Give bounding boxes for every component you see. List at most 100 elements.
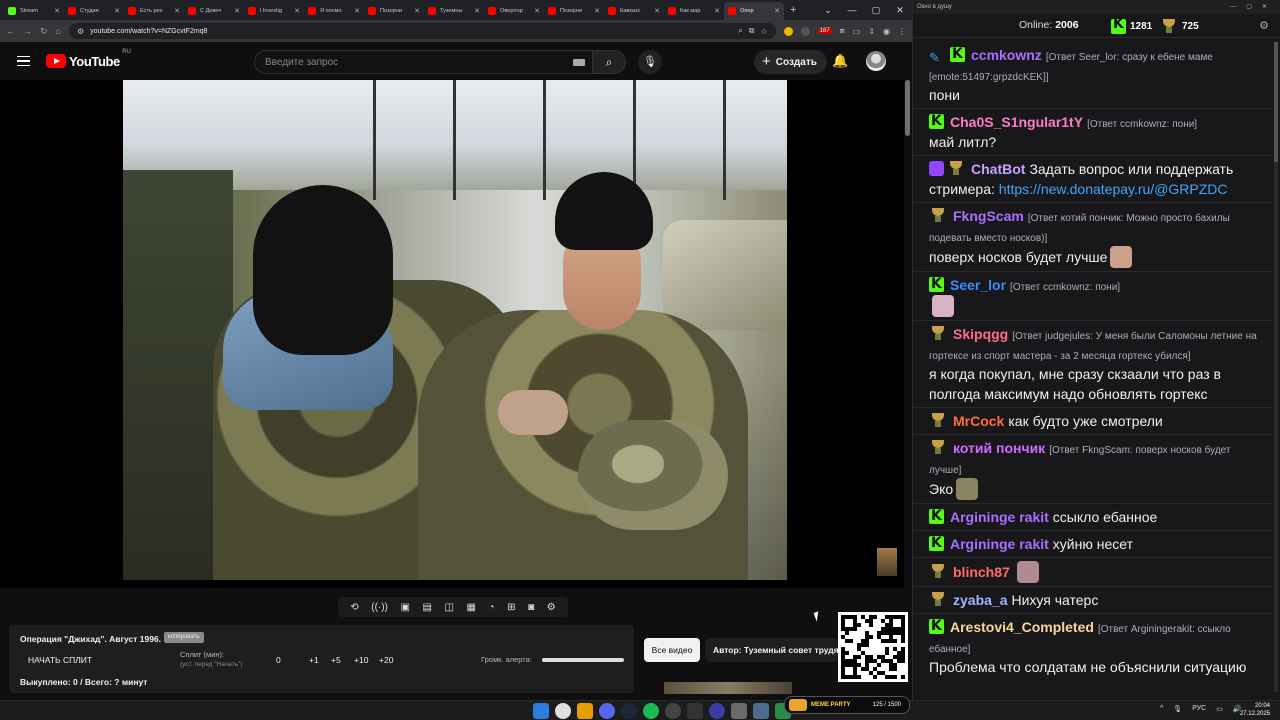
forward-icon[interactable]: → [23,26,32,36]
chat-link[interactable]: https://new.donatepay.ru/@GRPZDC [999,181,1228,197]
language-indicator[interactable]: РУС [1192,705,1206,713]
chat-username[interactable]: Arestovi4_Completed [950,619,1094,635]
meme-party-widget[interactable]: MEME PARTY 125 / 1500 [784,696,910,714]
browser-tab[interactable]: С Девоч ✕ [184,2,244,20]
cast-icon[interactable]: ⧉ [749,26,755,36]
chat-username[interactable]: Cha0S_S1ngular1tY [950,114,1083,130]
tab-close-icon[interactable]: ✕ [54,7,60,15]
minimize-icon[interactable]: — [840,0,864,20]
downloads-icon[interactable]: ⇩ [868,27,875,36]
browser-tab[interactable]: Есть pes ✕ [124,2,184,20]
loop-icon[interactable]: ⟲ [350,602,358,613]
voice-search-button[interactable]: 🎙 [638,50,662,74]
sidepanel-icon[interactable]: ▭ [853,27,861,36]
chat-message[interactable]: zyaba_a Нихуя чатерс [913,586,1273,613]
search-button[interactable]: ⌕ [592,50,626,74]
tab-close-icon[interactable]: ✕ [114,7,120,15]
chat-window-controls[interactable]: —▢✕ [1230,0,1277,14]
frames-icon[interactable]: ▦ [467,602,476,613]
chat-username[interactable]: котий пончик [953,440,1045,456]
new-tab-icon[interactable]: + [790,4,796,16]
page-scrollbar[interactable] [905,80,910,136]
tab-close-icon[interactable]: ✕ [234,7,240,15]
chat-message[interactable]: ChatBot Задать вопрос или поддержать стри… [913,155,1273,202]
create-button[interactable]: + Создать [754,50,827,74]
chat-message[interactable]: Argininge rakitхуйню несет [913,530,1273,557]
audio-icon[interactable]: ((·)) [371,602,388,613]
tab-close-icon[interactable]: ✕ [354,7,360,15]
browser-tab[interactable]: Позорни ✕ [544,2,604,20]
mic-tray-icon[interactable]: 🎙 [1173,705,1182,713]
chat-scrollbar[interactable] [1274,42,1278,692]
tab-close-icon[interactable]: ✕ [654,7,660,15]
start-icon[interactable] [533,703,549,719]
close-window-icon[interactable]: ✕ [888,0,912,20]
discord-icon[interactable] [599,703,615,719]
zoom-icon[interactable]: ⌕ [738,26,742,36]
browser-tab[interactable]: Как мар ✕ [664,2,724,20]
tab-search-icon[interactable]: ⌄ [816,0,840,20]
speed-icon[interactable]: ◔ [489,602,495,613]
chrome-icon[interactable] [555,703,571,719]
home-icon[interactable]: ⌂ [56,26,61,36]
start-split-button[interactable]: НАЧАТЬ СПЛИТ [28,655,92,665]
explorer-icon[interactable] [577,703,593,719]
split-value-button[interactable]: +10 [354,655,368,665]
tab-close-icon[interactable]: ✕ [414,7,420,15]
chat-message[interactable]: Argininge rakitссыкло ебанное [913,503,1273,530]
chat-username[interactable]: ChatBot [971,161,1025,177]
split-value-button[interactable]: +20 [379,655,393,665]
tab-close-icon[interactable]: ✕ [474,7,480,15]
notifications-bell-icon[interactable]: 🔔 [832,53,848,69]
chat-username[interactable]: Seer_lor [950,277,1006,293]
copy-button[interactable]: копировать [164,632,204,643]
chat-message[interactable]: blinch87 [913,557,1273,586]
search-input[interactable]: Введите запрос [254,50,594,74]
all-videos-button[interactable]: Все видео [644,638,700,662]
spotify-icon[interactable] [643,703,659,719]
url-field[interactable]: ⚙ youtube.com/watch?v=NZGcvtF2mq8 ⌕ ⧉ ☆ [68,23,776,39]
extensions-puzzle-icon[interactable]: ⧈ [840,26,845,36]
browser-tab[interactable]: Stream ✕ [4,2,64,20]
obs-icon[interactable] [665,703,681,719]
chat-message[interactable]: котий пончик [Ответ FkngScam: поверх носк… [913,434,1273,503]
clock[interactable]: 20:04 27.12.2025 [1240,702,1270,718]
video-frame[interactable] [123,80,787,580]
reload-icon[interactable]: ↻ [40,26,48,37]
chat-username[interactable]: Skipqgg [953,326,1008,342]
extension-icon[interactable] [783,26,793,36]
browser-tab[interactable]: Туземны ✕ [424,2,484,20]
chat-username[interactable]: ccmkownz [971,47,1042,63]
back-icon[interactable]: ← [6,26,15,36]
browser-tab[interactable]: Кавказс ✕ [604,2,664,20]
menu-hamburger-icon[interactable] [17,55,30,67]
app-icon[interactable] [731,703,747,719]
split-value-button[interactable]: +1 [309,655,319,665]
chat-message[interactable]: Seer_lor [Ответ ccmkownz: пони] [913,271,1273,320]
profile-icon[interactable]: ◉ [883,27,890,36]
app-icon[interactable] [687,703,703,719]
chat-message[interactable]: MrCock как будто уже смотрели [913,407,1273,434]
tab-close-icon[interactable]: ✕ [714,7,720,15]
extension-badge[interactable]: 187 [817,28,832,34]
site-info-icon[interactable]: ⚙ [77,27,84,36]
screenshot-icon[interactable]: ◙ [528,602,534,613]
tab-close-icon[interactable]: ✕ [774,7,780,15]
steam-icon[interactable] [621,703,637,719]
tab-close-icon[interactable]: ✕ [594,7,600,15]
network-icon[interactable]: ▭ [1216,705,1223,713]
split-value-button[interactable]: +5 [331,655,341,665]
chat-username[interactable]: blinch87 [953,564,1010,580]
split-value-button[interactable]: 0 [276,655,281,665]
video-player[interactable] [0,80,904,588]
maximize-icon[interactable]: ▢ [864,0,888,20]
chat-username[interactable]: Argininge rakit [950,509,1049,525]
browser-tab[interactable]: Оверлор ✕ [484,2,544,20]
alert-volume-slider[interactable] [542,658,624,662]
browser-tab[interactable]: Опер ✕ [724,2,784,20]
pip-icon[interactable]: ◫ [444,602,453,613]
tab-close-icon[interactable]: ✕ [174,7,180,15]
tab-close-icon[interactable]: ✕ [294,7,300,15]
chat-message[interactable]: Skipqgg [Ответ judgejules: У меня были Са… [913,320,1273,407]
avatar[interactable] [866,51,886,71]
